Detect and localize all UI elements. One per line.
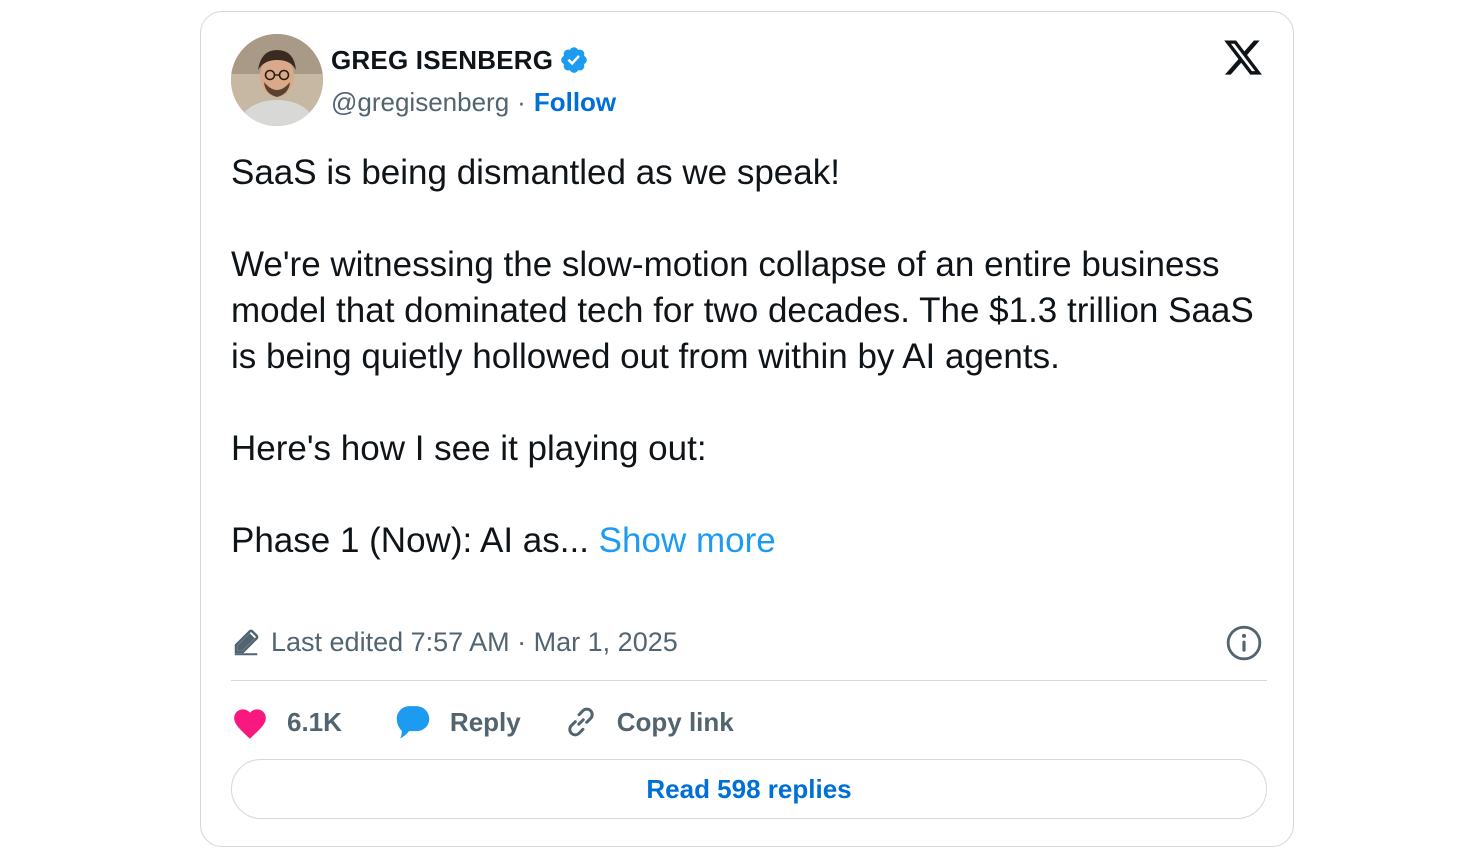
avatar-photo: [231, 34, 323, 126]
read-replies-label: Read 598 replies: [646, 773, 852, 804]
heart-icon: [234, 709, 266, 739]
link-icon: [568, 707, 594, 737]
author-name[interactable]: GREG ISENBERG: [331, 45, 553, 76]
tweet-paragraph: We're witnessing the slow-motion collaps…: [231, 245, 1254, 376]
author-handle-row: @gregisenberg · Follow: [331, 84, 616, 120]
speech-bubble-icon: [396, 706, 430, 739]
pencil-icon: [234, 629, 259, 656]
reply-button[interactable]: Reply: [394, 703, 521, 741]
follow-button[interactable]: Follow: [534, 87, 616, 118]
divider: [231, 680, 1267, 681]
tweet-embed-card: GREG ISENBERG @gregisenberg · Follow Saa…: [200, 11, 1294, 847]
tweet-paragraph: Here's how I see it playing out:: [231, 429, 707, 468]
like-count: 6.1K: [287, 706, 342, 737]
verified-badge-icon: [561, 47, 588, 73]
edited-timestamp-row: Last edited 7:57 AM · Mar 1, 2025: [231, 622, 678, 662]
like-button[interactable]: 6.1K: [231, 704, 342, 740]
author-avatar[interactable]: [231, 34, 323, 126]
action-bar: 6.1K Reply Copy link: [231, 700, 734, 744]
x-logo-icon[interactable]: [1222, 38, 1264, 78]
tweet-body: SaaS is being dismantled as we speak! We…: [231, 150, 1271, 564]
edited-timestamp[interactable]: Last edited 7:57 AM · Mar 1, 2025: [271, 627, 678, 658]
show-more-link[interactable]: Show more: [599, 521, 776, 560]
tweet-paragraph: SaaS is being dismantled as we speak!: [231, 153, 840, 192]
reply-label: Reply: [449, 706, 521, 737]
separator-dot: ·: [517, 86, 526, 117]
copy-link-button[interactable]: Copy link: [563, 704, 734, 740]
copy-link-label: Copy link: [616, 706, 734, 737]
tweet-truncated-paragraph: Phase 1 (Now): AI as... Show more: [231, 518, 1271, 564]
info-icon[interactable]: [1225, 624, 1263, 662]
author-name-row: GREG ISENBERG: [331, 42, 589, 78]
read-replies-button[interactable]: Read 598 replies: [231, 759, 1267, 819]
tweet-truncated-text: Phase 1 (Now): AI as...: [231, 521, 589, 560]
author-handle[interactable]: @gregisenberg: [331, 87, 509, 118]
